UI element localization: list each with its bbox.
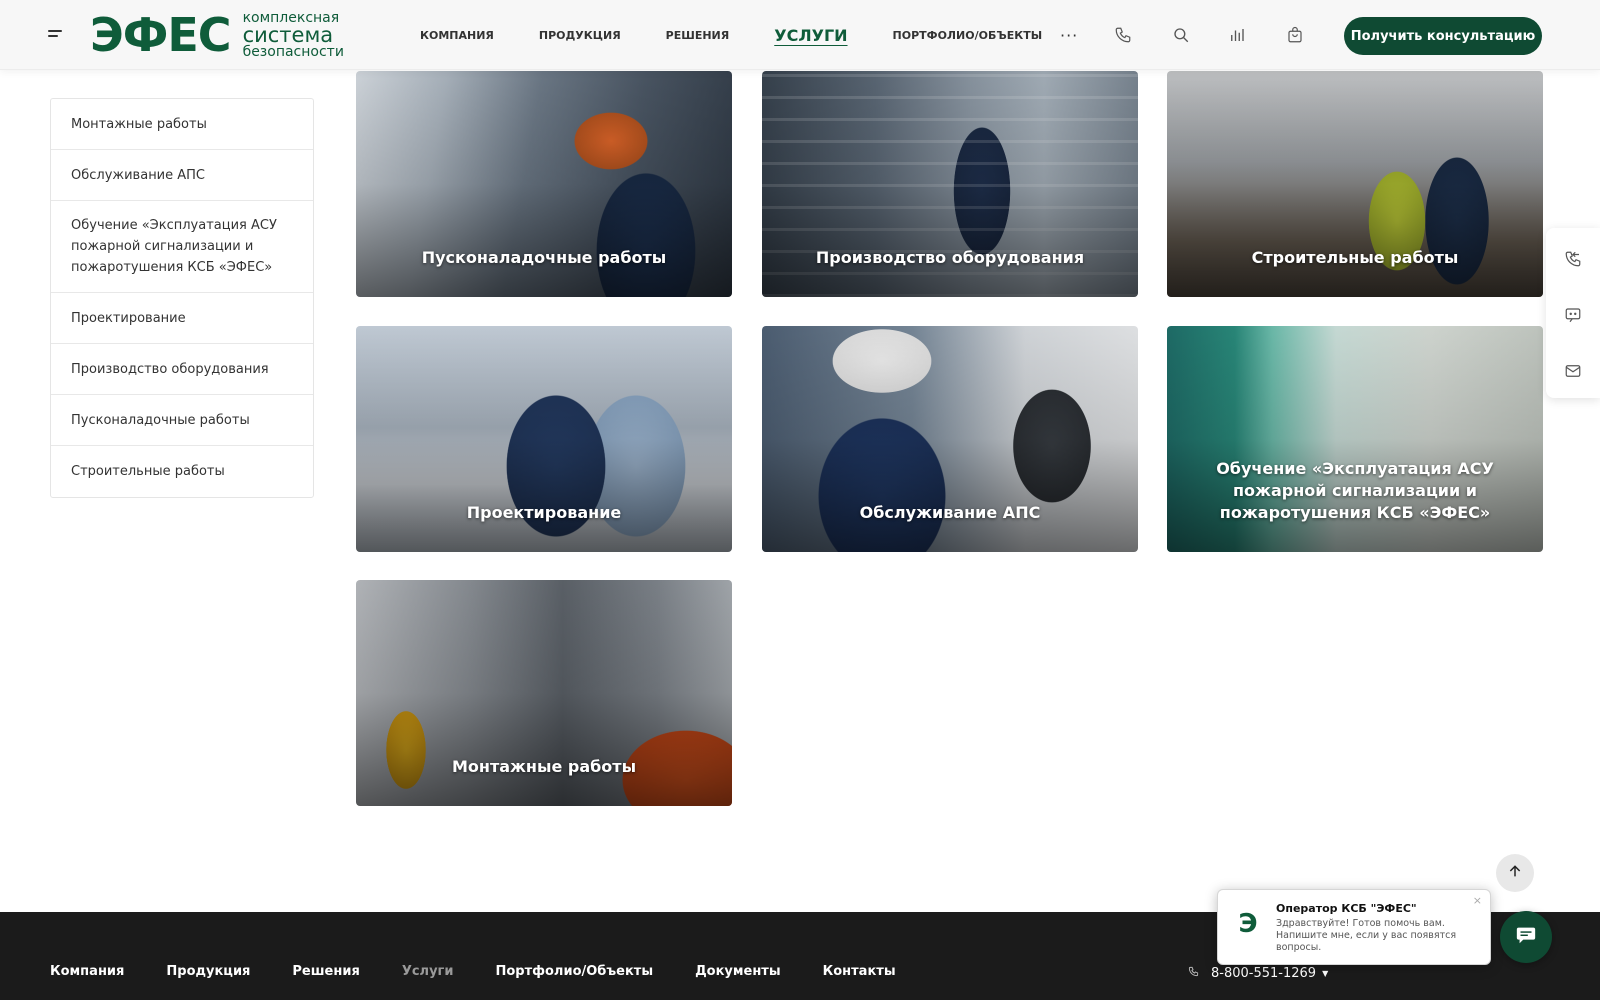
logo-line-2: система [242,23,334,47]
sidebar-item-installation[interactable]: Монтажные работы [51,99,313,150]
footer-link-company[interactable]: Компания [50,964,124,979]
card-title: Строительные работы [1251,248,1459,267]
logo-line-3: безопасности [242,44,344,60]
sidebar-item-design[interactable]: Проектирование [51,293,313,344]
avatar-mark: Э [1238,909,1258,939]
card-title: Производство оборудования [815,248,1085,267]
phone-number: 8-800-551-1269 [1211,966,1317,981]
sidebar-item-manufacturing[interactable]: Производство оборудования [51,344,313,395]
nav-item-services[interactable]: Услуги [774,26,847,45]
card-title: Проектирование [466,503,622,522]
chat-popup[interactable]: Э Оператор КСБ "ЭФЕС" Здравствуйте! Гото… [1217,889,1491,965]
logo-mark: ЭФЕС [90,8,232,62]
card-title: Обслуживание АПС [859,503,1041,522]
side-contact-panel [1546,228,1600,398]
chat-operator-name: Оператор КСБ "ЭФЕС" [1276,902,1417,915]
chevron-down-icon: ▼ [1322,969,1329,978]
chat-message: Здравствуйте! Готов помочь вам. Напишите… [1276,918,1457,953]
nav-item-portfolio[interactable]: Портфолио/Объекты [893,29,1043,42]
arrow-up-icon [1507,863,1523,883]
service-card-training[interactable]: Обучение «Эксплуатация АСУ пожарной сигн… [1167,326,1543,552]
cart-icon[interactable] [1284,24,1306,46]
compare-icon[interactable] [1226,24,1248,46]
nav-item-solutions[interactable]: Решения [666,29,730,42]
more-menu-icon[interactable]: ··· [1060,26,1078,45]
sidebar-item-training[interactable]: Обучение «Эксплуатация АСУ пожарной сигн… [51,201,313,293]
phone-icon[interactable] [1112,24,1134,46]
sidebar-item-commissioning[interactable]: Пусконаладочные работы [51,395,313,446]
logo-text: комплексная система безопасности [243,11,344,59]
search-icon[interactable] [1170,24,1192,46]
footer-link-services[interactable]: Услуги [402,964,454,979]
open-chat-button[interactable] [1500,911,1552,963]
footer-link-products[interactable]: Продукция [166,964,250,979]
get-consultation-button[interactable]: Получить консультацию [1344,17,1542,55]
footer-link-documents[interactable]: Документы [695,964,781,979]
service-card-construction[interactable]: Строительные работы [1167,71,1543,297]
mail-icon[interactable] [1564,362,1582,380]
scroll-top-button[interactable] [1496,854,1534,892]
footer-link-portfolio[interactable]: Портфолио/Объекты [495,964,653,979]
card-title: Обучение «Эксплуатация АСУ пожарной сигн… [1216,459,1494,522]
service-card-installation[interactable]: Монтажные работы [356,580,732,806]
footer-phone[interactable]: 8-800-551-1269 ▼ [1188,966,1328,981]
chat-icon[interactable] [1564,306,1582,324]
services-sidebar: Монтажные работы Обслуживание АПС Обучен… [50,98,314,498]
callback-icon[interactable] [1564,250,1582,268]
footer-nav: Компания Продукция Решения Услуги Портфо… [50,964,938,979]
site-logo[interactable]: ЭФЕС комплексная система безопасности [90,10,344,60]
sidebar-item-aps-maintenance[interactable]: Обслуживание АПС [51,150,313,201]
close-icon[interactable]: × [1473,894,1482,907]
service-card-manufacturing[interactable]: Производство оборудования [762,71,1138,297]
chat-bubble-icon [1515,924,1537,950]
phone-icon [1188,966,1199,981]
sidebar-item-construction[interactable]: Строительные работы [51,446,313,497]
service-card-design[interactable]: Проектирование [356,326,732,552]
site-header: ЭФЕС комплексная система безопасности Ко… [0,0,1600,70]
nav-item-products[interactable]: Продукция [539,29,621,42]
footer-link-contacts[interactable]: Контакты [823,964,896,979]
card-title: Пусконаладочные работы [421,248,667,267]
card-title: Монтажные работы [451,757,637,776]
operator-avatar: Э [1228,904,1268,944]
footer-link-solutions[interactable]: Решения [292,964,359,979]
service-card-commissioning[interactable]: Пусконаладочные работы [356,71,732,297]
menu-icon[interactable] [48,30,64,40]
service-card-aps-maintenance[interactable]: Обслуживание АПС [762,326,1138,552]
nav-item-company[interactable]: Компания [420,29,494,42]
main-nav: Компания Продукция Решения Услуги Портфо… [420,0,1087,70]
